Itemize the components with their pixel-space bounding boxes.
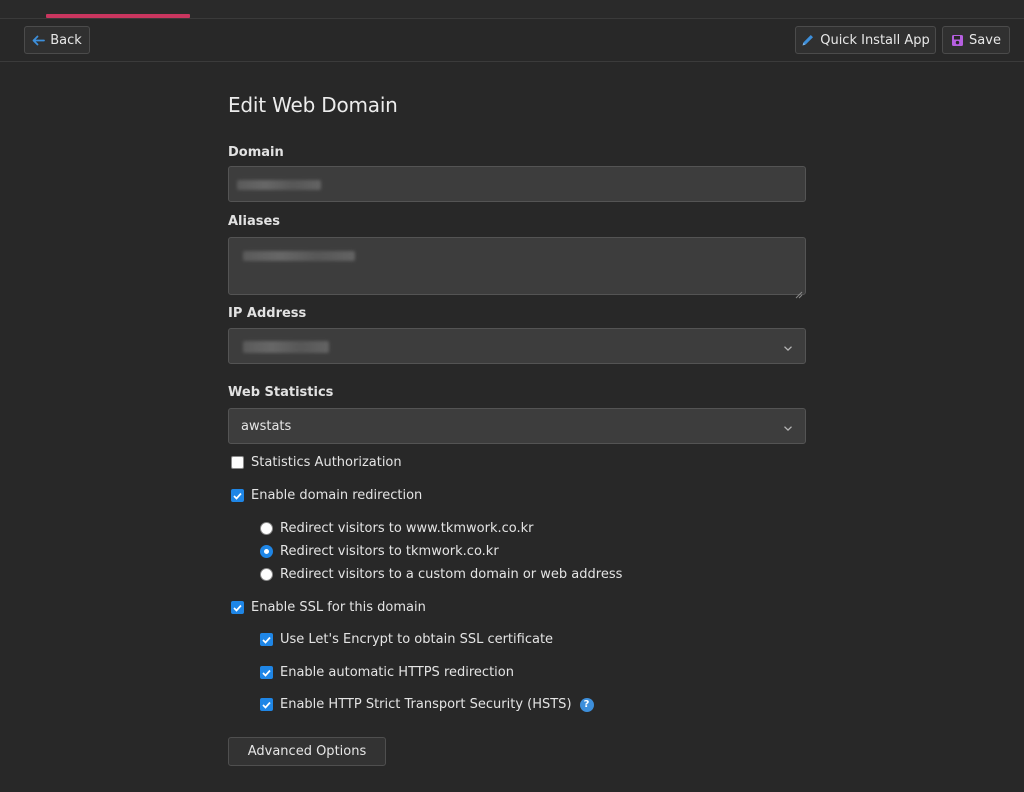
letsencrypt-row[interactable]: Use Let's Encrypt to obtain SSL certific… [260, 632, 553, 647]
letsencrypt-checkbox[interactable] [260, 633, 273, 646]
redacted-ip-value [243, 341, 329, 353]
floppy-disk-icon [951, 34, 964, 47]
statistics-authorization-label: Statistics Authorization [251, 455, 402, 470]
advanced-options-label: Advanced Options [247, 744, 367, 759]
hsts-label: Enable HTTP Strict Transport Security (H… [280, 697, 572, 712]
redirect-www-label: Redirect visitors to www.tkmwork.co.kr [280, 521, 534, 536]
quick-install-app-button[interactable]: Quick Install App [795, 26, 936, 54]
letsencrypt-label: Use Let's Encrypt to obtain SSL certific… [280, 632, 554, 647]
back-button[interactable]: Back [24, 26, 90, 54]
hsts-checkbox[interactable] [260, 698, 273, 711]
redirect-root-option[interactable]: Redirect visitors to tkmwork.co.kr [260, 544, 499, 559]
redirect-www-option[interactable]: Redirect visitors to www.tkmwork.co.kr [260, 521, 534, 536]
ip-address-select[interactable] [228, 328, 806, 364]
https-redirect-label: Enable automatic HTTPS redirection [280, 665, 514, 680]
domain-label: Domain [228, 145, 284, 160]
redirect-custom-label: Redirect visitors to a custom domain or … [280, 567, 623, 582]
back-button-label: Back [50, 32, 82, 48]
domain-redirection-row[interactable]: Enable domain redirection [231, 488, 422, 503]
domain-redirection-label: Enable domain redirection [251, 488, 423, 503]
ssl-label: Enable SSL for this domain [251, 600, 426, 615]
redirect-custom-option[interactable]: Redirect visitors to a custom domain or … [260, 567, 622, 582]
ip-address-label: IP Address [228, 306, 307, 321]
toolbar: Back Quick Install App Save [0, 19, 1024, 62]
pencil-icon [801, 33, 815, 47]
aliases-textarea[interactable] [228, 237, 806, 299]
web-statistics-value: awstats [241, 418, 292, 434]
web-statistics-label: Web Statistics [228, 385, 334, 400]
redirect-www-radio[interactable] [260, 522, 273, 535]
resize-handle-icon[interactable] [795, 284, 803, 299]
save-button[interactable]: Save [942, 26, 1010, 54]
redirect-root-label: Redirect visitors to tkmwork.co.kr [280, 544, 499, 559]
domain-input[interactable] [228, 166, 806, 202]
question-icon[interactable]: ? [579, 697, 594, 712]
https-redirect-checkbox[interactable] [260, 666, 273, 679]
advanced-options-button[interactable]: Advanced Options [228, 737, 386, 766]
redacted-aliases-value [243, 251, 355, 261]
redirect-custom-radio[interactable] [260, 568, 273, 581]
statistics-authorization-checkbox[interactable] [231, 456, 244, 469]
ssl-checkbox[interactable] [231, 601, 244, 614]
top-strip [0, 0, 1024, 19]
chevron-down-icon [783, 337, 793, 356]
domain-redirection-checkbox[interactable] [231, 489, 244, 502]
quick-install-app-label: Quick Install App [820, 32, 930, 48]
active-tab-indicator [46, 14, 190, 18]
redirect-root-radio[interactable] [260, 545, 273, 558]
aliases-label: Aliases [228, 214, 281, 229]
redacted-domain-value [237, 180, 321, 190]
page-title: Edit Web Domain [228, 93, 398, 117]
hsts-row[interactable]: Enable HTTP Strict Transport Security (H… [260, 697, 594, 712]
save-button-label: Save [969, 32, 1001, 48]
chevron-down-icon [783, 417, 793, 436]
https-redirect-row[interactable]: Enable automatic HTTPS redirection [260, 665, 514, 680]
ssl-row[interactable]: Enable SSL for this domain [231, 600, 426, 615]
web-statistics-select[interactable]: awstats [228, 408, 806, 444]
arrow-left-icon [32, 35, 46, 46]
statistics-authorization-row[interactable]: Statistics Authorization [231, 455, 402, 470]
